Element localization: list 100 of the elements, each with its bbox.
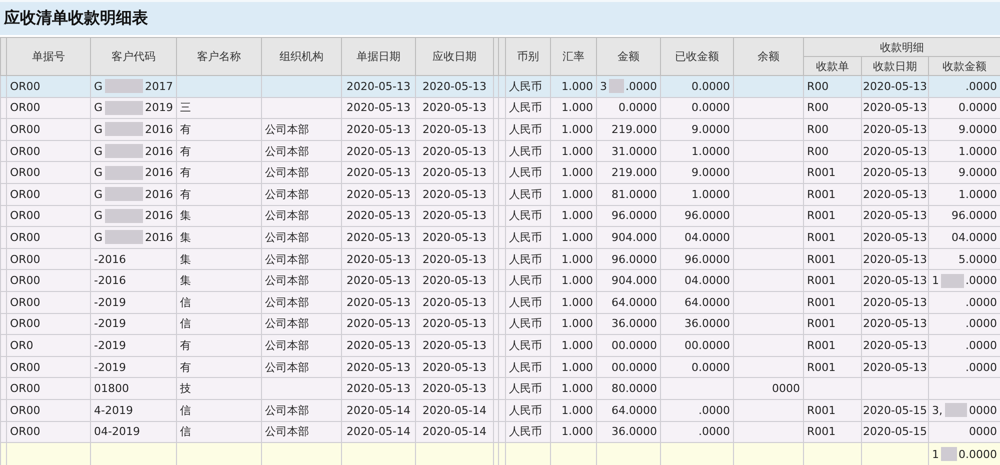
- doc-number-cell: OR00: [10, 296, 40, 309]
- receipt-number-cell: R00: [807, 80, 829, 93]
- column-header[interactable]: 汇率: [550, 38, 596, 76]
- column-header[interactable]: 收款金额: [928, 56, 1000, 76]
- customer-code-cell: -2016: [94, 274, 126, 288]
- column-header[interactable]: 组织机构: [262, 38, 342, 76]
- organization-cell: 公司本部: [265, 165, 309, 180]
- receipt-date-cell: 2020-05-13: [863, 144, 927, 158]
- amount-cell: 36.0000: [612, 425, 657, 438]
- table-row[interactable]: OR00 G 2017 2020-05-13 2020-05-13 人民币 1.000 3 .0000 0.0000 R00 2020-05-13 .0000: [0, 76, 1000, 98]
- table-row[interactable]: OR0 -2019 有 公司本部 2020-05-13 2020-05-13 人民币 1.000 00.0000 00.0000 R001 2020-05-13 .0000: [0, 334, 1000, 356]
- customer-code-cell: 2017: [145, 80, 173, 93]
- exchange-rate-cell: 1.000: [562, 188, 593, 201]
- table-row[interactable]: OR00 -2016 集 公司本部 2020-05-13 2020-05-13 人民币 1.000 96.0000 96.0000 R001 2020-05-13 5.0000: [0, 248, 1000, 270]
- customer-code-cell: G: [94, 101, 103, 114]
- amount-cell: .0000: [626, 80, 657, 93]
- due-date-cell: 2020-05-13: [422, 144, 486, 158]
- received-amount-cell: 96.0000: [684, 209, 730, 222]
- customer-code-cell: -2019: [94, 338, 126, 352]
- receipt-date-cell: 2020-05-13: [863, 101, 927, 114]
- column-header[interactable]: 客户代码: [90, 38, 176, 76]
- table-row[interactable]: OR00 -2019 信 公司本部 2020-05-13 2020-05-13 人民币 1.000 36.0000 36.0000 R001 2020-05-13 .0000: [0, 313, 1000, 335]
- received-amount-cell: 04.0000: [684, 274, 730, 288]
- due-date-cell: 2020-05-13: [422, 209, 486, 222]
- column-header[interactable]: 金额: [596, 38, 660, 76]
- receipt-date-cell: 2020-05-13: [863, 252, 927, 266]
- column-header[interactable]: 客户名称: [176, 38, 262, 76]
- customer-name-cell: 有: [180, 165, 191, 180]
- currency-cell: 人民币: [509, 424, 542, 440]
- receipt-amount-cell: 0000: [969, 425, 997, 438]
- table-row[interactable]: OR00 G 2016 有 公司本部 2020-05-13 2020-05-13 人民币 1.000 31.0000 1.0000 R00 2020-05-13 1.0000: [0, 140, 1000, 162]
- amount-cell: 00.0000: [612, 338, 657, 352]
- receipt-number-cell: R001: [807, 274, 836, 288]
- received-amount-cell: 64.0000: [684, 296, 730, 309]
- column-header[interactable]: 单据号: [6, 38, 90, 76]
- receipt-date-cell: 2020-05-13: [863, 122, 927, 136]
- received-amount-cell: 00.0000: [684, 338, 730, 352]
- receipt-amount-cell: 96.0000: [952, 209, 997, 222]
- doc-number-cell: OR00: [10, 425, 40, 438]
- table-row[interactable]: OR00 -2019 信 公司本部 2020-05-13 2020-05-13 人民币 1.000 64.0000 64.0000 R001 2020-05-13 .0000: [0, 291, 1000, 314]
- receipt-date-cell: 2020-05-13: [863, 188, 927, 201]
- due-date-cell: 2020-05-13: [422, 101, 486, 114]
- total-cell: 0.0000: [958, 448, 997, 461]
- currency-cell: 人民币: [509, 100, 542, 116]
- customer-code-cell: G: [94, 80, 103, 93]
- exchange-rate-cell: 1.000: [562, 274, 593, 288]
- customer-code-cell: G: [94, 188, 103, 201]
- doc-date-cell: 2020-05-13: [346, 188, 410, 201]
- customer-code-cell: G: [94, 166, 103, 180]
- received-amount-cell: 0.0000: [692, 80, 730, 93]
- organization-cell: 公司本部: [265, 186, 309, 202]
- table-row[interactable]: OR00 4-2019 信 公司本部 2020-05-14 2020-05-14 人民币 1.000 64.0000 .0000 R001 2020-05-15 3, 0000: [0, 399, 1000, 421]
- doc-number-cell: OR00: [10, 360, 40, 374]
- amount-cell: 31.0000: [612, 144, 657, 158]
- receipt-date-cell: 2020-05-13: [863, 338, 927, 352]
- receipt-amount-cell: 3,: [932, 404, 942, 417]
- doc-date-cell: 2020-05-13: [346, 209, 410, 222]
- customer-code-cell: -2019: [94, 317, 126, 330]
- column-header[interactable]: 余额: [734, 38, 804, 76]
- redaction-block: [104, 187, 143, 202]
- table-row[interactable]: OR00 G 2016 集 公司本部 2020-05-13 2020-05-13 人民币 1.000 904.000 04.0000 R001 2020-05-13 04.0000: [0, 226, 1000, 248]
- redaction-block: [941, 447, 956, 462]
- exchange-rate-cell: 1.000: [562, 166, 593, 180]
- table-row[interactable]: OR00 -2019 有 公司本部 2020-05-13 2020-05-13 人民币 1.000 00.0000 0.0000 R001 2020-05-13 .0000: [0, 356, 1000, 378]
- due-date-cell: 2020-05-14: [422, 404, 486, 417]
- table-row[interactable]: OR00 -2016 集 公司本部 2020-05-13 2020-05-13 人民币 1.000 904.000 04.0000 R001 2020-05-13 1 .0000: [0, 270, 1000, 292]
- column-header[interactable]: 应收日期: [416, 38, 494, 76]
- table-row[interactable]: OR00 G 2016 有 公司本部 2020-05-13 2020-05-13 人民币 1.000 81.0000 1.0000 R001 2020-05-13 1.0000: [0, 183, 1000, 206]
- currency-cell: 人民币: [509, 402, 542, 418]
- received-amount-cell: .0000: [698, 425, 730, 438]
- doc-date-cell: 2020-05-13: [346, 274, 410, 288]
- table-row[interactable]: OR00 G 2016 有 公司本部 2020-05-13 2020-05-13 人民币 1.000 219.000 9.0000 R001 2020-05-13 9.0000: [0, 162, 1000, 184]
- currency-cell: 人民币: [509, 294, 542, 310]
- table-row[interactable]: OR00 04-2019 信 公司本部 2020-05-14 2020-05-14 人民币 1.000 36.0000 .0000 R001 2020-05-15 0000: [0, 421, 1000, 443]
- amount-cell: 0.0000: [618, 101, 657, 114]
- table-row[interactable]: OR00 G 2016 有 公司本部 2020-05-13 2020-05-13 人民币 1.000 219.000 9.0000 R00 2020-05-13 9.0000: [0, 118, 1000, 140]
- currency-cell: 人民币: [509, 316, 542, 332]
- table-row[interactable]: OR00 01800 技 2020-05-13 2020-05-13 人民币 1.000 80.0000 0000: [0, 378, 1000, 400]
- currency-cell: 人民币: [509, 186, 542, 202]
- organization-cell: 公司本部: [265, 144, 309, 159]
- column-header[interactable]: 币别: [506, 38, 550, 76]
- column-header[interactable]: 收款单: [804, 56, 862, 76]
- receipt-date-cell: 2020-05-15: [863, 404, 927, 417]
- receipt-number-cell: R001: [807, 317, 836, 330]
- doc-number-cell: OR00: [10, 404, 40, 417]
- column-header[interactable]: 单据日期: [342, 38, 416, 76]
- receipt-amount-cell: 0000: [969, 404, 997, 417]
- table-row[interactable]: OR00 G 2016 集 公司本部 2020-05-13 2020-05-13 人民币 1.000 96.0000 96.0000 R001 2020-05-13 96.0000: [0, 205, 1000, 227]
- exchange-rate-cell: 1.000: [562, 144, 593, 158]
- receipt-amount-cell: 0.0000: [958, 101, 997, 114]
- column-header[interactable]: 已收金额: [660, 38, 734, 76]
- customer-code-cell: -2019: [94, 360, 126, 374]
- receipt-date-cell: 2020-05-13: [863, 274, 927, 288]
- doc-number-cell: OR0: [10, 338, 34, 352]
- column-header[interactable]: 收款日期: [862, 56, 928, 76]
- amount-cell: 80.0000: [612, 382, 657, 396]
- currency-cell: 人民币: [509, 230, 542, 245]
- amount-cell: 96.0000: [612, 252, 657, 266]
- doc-date-cell: 2020-05-13: [346, 230, 410, 244]
- table-row[interactable]: OR00 G 2019 三 2020-05-13 2020-05-13 人民币 1.000 0.0000 0.0000 R00 2020-05-13 0.0000: [0, 97, 1000, 119]
